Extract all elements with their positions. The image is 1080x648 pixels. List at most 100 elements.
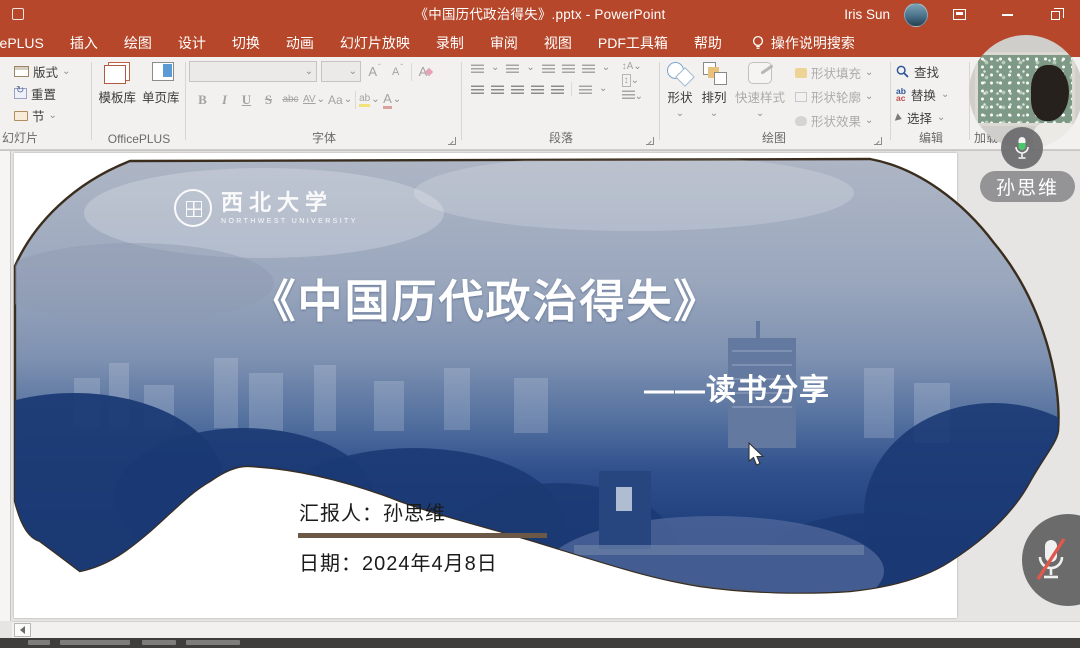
- scroll-left-button[interactable]: [14, 623, 31, 637]
- increase-indent-icon[interactable]: [562, 63, 575, 73]
- slide-title-textbox[interactable]: 《中国历代政治得失》: [14, 265, 957, 330]
- grow-font-button[interactable]: Aˆ: [365, 61, 384, 82]
- reset-button[interactable]: 重置: [12, 83, 72, 104]
- drawing-dialog-launcher[interactable]: [874, 137, 882, 145]
- clear-formatting-button[interactable]: A: [416, 61, 435, 82]
- minimize-icon: [1002, 14, 1013, 16]
- shape-effects-icon: [795, 116, 807, 126]
- bullets-icon[interactable]: [471, 63, 484, 73]
- font-color-button[interactable]: A⌄: [383, 89, 402, 110]
- text-direction-button[interactable]: ↕A⌄: [622, 61, 643, 72]
- align-text-button[interactable]: ↕⌄: [622, 75, 643, 86]
- tab-insert[interactable]: 插入: [57, 29, 111, 57]
- single-page-library-button[interactable]: 单页库: [142, 57, 180, 106]
- align-center-icon[interactable]: [491, 84, 504, 94]
- tab-slideshow[interactable]: 幻灯片放映: [327, 29, 423, 57]
- decrease-indent-icon[interactable]: [542, 63, 555, 73]
- shrink-font-button[interactable]: Aˇ: [388, 61, 407, 82]
- strikethrough-button[interactable]: S: [259, 89, 278, 110]
- powerpoint-window: 《中国历代政治得失》.pptx - PowerPoint Iris Sun Of…: [0, 0, 1080, 648]
- mic-active-button[interactable]: [1001, 127, 1043, 169]
- layout-button[interactable]: 版式 ⌄: [12, 61, 72, 82]
- arrange-button[interactable]: 排列 ⌄: [701, 57, 727, 131]
- group-drawing: 形状 ⌄ 排列 ⌄ 快速样式 ⌄ 形状填充⌄ 形状轮廓⌄ 形状效果⌄: [663, 57, 885, 150]
- select-label: 选择: [907, 108, 932, 127]
- tab-draw[interactable]: 绘图: [111, 29, 165, 57]
- tab-review[interactable]: 审阅: [477, 29, 531, 57]
- replace-icon: abac: [896, 88, 906, 101]
- date-textbox[interactable]: 日期：2024年4月8日: [299, 547, 498, 576]
- layout-label: 版式: [33, 62, 58, 81]
- slide-artwork-blob[interactable]: [14, 153, 1074, 623]
- minimize-button[interactable]: [990, 0, 1024, 29]
- tell-me-label: 操作说明搜索: [771, 33, 855, 53]
- bold-button[interactable]: B: [193, 89, 212, 110]
- editing-canvas[interactable]: 西北大学 NORTHWEST UNIVERSITY 《中国历代政治得失》 ——读…: [0, 150, 1080, 638]
- quick-styles-icon: [748, 62, 772, 84]
- line-spacing-icon[interactable]: [582, 63, 595, 73]
- font-size-combo[interactable]: ⌄: [321, 61, 361, 82]
- font-dialog-launcher[interactable]: [448, 137, 456, 145]
- statusbar-text-fragment: [60, 640, 130, 645]
- tab-officeplus[interactable]: OfficePLUS: [0, 29, 57, 57]
- chevron-down-icon: ⌄: [305, 67, 313, 77]
- microphone-icon: [1014, 136, 1030, 160]
- text-highlight-button[interactable]: ab⌄: [359, 89, 380, 110]
- group-divider: [461, 62, 462, 140]
- tell-me-search[interactable]: 操作说明搜索: [751, 33, 855, 53]
- group-editing-label: 编辑: [896, 129, 966, 146]
- paragraph-dialog-launcher[interactable]: [646, 137, 654, 145]
- layout-icon: [14, 66, 29, 77]
- italic-button[interactable]: I: [215, 89, 234, 110]
- replace-button[interactable]: abac 替换 ⌄: [896, 84, 966, 105]
- shape-outline-button[interactable]: 形状轮廓⌄: [793, 86, 875, 107]
- group-slides-label: 幻灯片: [0, 129, 46, 146]
- tab-view[interactable]: 视图: [531, 29, 585, 57]
- university-name-en: NORTHWEST UNIVERSITY: [221, 218, 358, 225]
- double-strikethrough-button[interactable]: abc: [281, 89, 300, 110]
- tab-help[interactable]: 帮助: [681, 29, 735, 57]
- find-button[interactable]: 查找: [896, 61, 966, 82]
- shape-effects-button[interactable]: 形状效果⌄: [793, 110, 875, 131]
- restore-button[interactable]: [1038, 0, 1072, 29]
- shape-fill-button[interactable]: 形状填充⌄: [793, 62, 875, 83]
- horizontal-scrollbar[interactable]: [12, 621, 1080, 638]
- numbering-icon[interactable]: [506, 63, 519, 73]
- change-case-button[interactable]: Aa⌄: [328, 89, 352, 110]
- columns-icon[interactable]: [579, 84, 592, 94]
- template-library-button[interactable]: 模板库: [98, 57, 136, 106]
- signed-in-user[interactable]: Iris Sun: [844, 7, 890, 22]
- tab-design[interactable]: 设计: [165, 29, 219, 57]
- shapes-button[interactable]: 形状 ⌄: [667, 57, 693, 131]
- collapsed-thumbnail-pane[interactable]: [0, 151, 11, 621]
- group-officeplus: 模板库 单页库 OfficePLUS: [94, 57, 184, 150]
- justify-icon[interactable]: [531, 84, 544, 94]
- group-divider: [659, 62, 660, 140]
- ribbon-display-options-button[interactable]: [942, 0, 976, 29]
- tab-record[interactable]: 录制: [423, 29, 477, 57]
- distribute-icon[interactable]: [551, 84, 564, 94]
- tab-pdf-toolbox[interactable]: PDF工具箱: [585, 29, 681, 57]
- section-button[interactable]: 节 ⌄: [12, 105, 72, 126]
- slide-subtitle-textbox[interactable]: ——读书分享: [644, 365, 830, 409]
- chevron-down-icon: ⌄: [937, 113, 945, 123]
- align-right-icon[interactable]: [511, 84, 524, 94]
- ribbon: 版式 ⌄ 重置 节 ⌄ 幻灯片 模板库: [0, 57, 1080, 150]
- font-name-combo[interactable]: ⌄: [189, 61, 317, 82]
- status-bar: [0, 638, 1080, 648]
- convert-smartart-button[interactable]: ⌄: [622, 89, 643, 102]
- single-page-library-label: 单页库: [142, 87, 180, 106]
- character-spacing-button[interactable]: AV⌄: [303, 89, 325, 110]
- university-name-cn: 西北大学: [221, 192, 358, 214]
- reset-label: 重置: [31, 84, 56, 103]
- underline-button[interactable]: U: [237, 89, 256, 110]
- select-button[interactable]: 选择 ⌄: [896, 107, 966, 128]
- quick-styles-button[interactable]: 快速样式 ⌄: [735, 57, 785, 131]
- slide[interactable]: 西北大学 NORTHWEST UNIVERSITY 《中国历代政治得失》 ——读…: [14, 153, 957, 618]
- university-logo[interactable]: 西北大学 NORTHWEST UNIVERSITY: [174, 189, 358, 227]
- align-left-icon[interactable]: [471, 84, 484, 94]
- presenter-textbox[interactable]: 汇报人：孙思维: [299, 497, 446, 526]
- tab-animations[interactable]: 动画: [273, 29, 327, 57]
- user-avatar[interactable]: [904, 3, 928, 27]
- tab-transitions[interactable]: 切换: [219, 29, 273, 57]
